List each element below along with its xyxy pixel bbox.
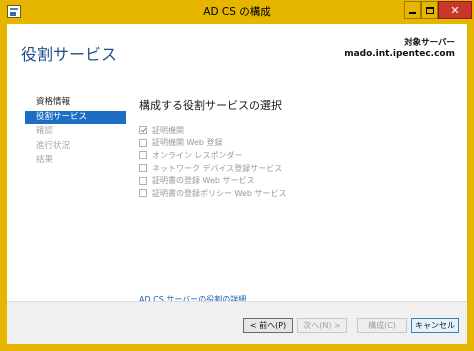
close-icon: ✕ [450,3,460,17]
checkbox[interactable] [139,151,147,160]
target-server-label: 対象サーバー [404,38,455,48]
nav-item-progress: 進行状況 [36,140,71,151]
content-area: 資格情報 役割サービス 確認 進行状況 結果 構成する役割サービスの選択 証明機… [7,76,467,304]
title-bar[interactable]: AD CS の構成 ✕ [0,0,474,24]
role-services-list: 証明機関 証明機関 Web 登録 オンライン レスポンダー ネットワーク デバイ… [139,124,287,200]
close-button[interactable]: ✕ [438,1,472,19]
role-label: 証明機関 Web 登録 [152,138,223,148]
role-item-certification-authority[interactable]: 証明機関 [139,124,287,136]
header: 役割サービス 対象サーバー mado.int.ipentec.com [7,24,467,76]
target-server-host: mado.int.ipentec.com [344,49,455,59]
dialog-window: AD CS の構成 ✕ 役割サービス 対象サーバー mado.int.ipent… [0,0,474,351]
role-label: 証明書の登録ポリシー Web サービス [152,188,287,198]
configure-button[interactable]: 構成(C) [357,318,407,333]
role-label: 証明機関 [152,125,184,135]
nav-item-confirmation: 確認 [36,126,54,136]
nav-item-results: 結果 [36,155,54,165]
role-item-enrollment-policy-web-service[interactable]: 証明書の登録ポリシー Web サービス [139,187,287,199]
role-item-enrollment-web-service[interactable]: 証明書の登録 Web サービス [139,175,287,187]
checkbox[interactable] [139,138,147,147]
next-button[interactable]: 次へ(N) > [297,318,347,333]
minimize-icon [409,12,416,14]
maximize-button[interactable] [421,1,438,19]
checkbox[interactable] [139,126,147,134]
previous-button[interactable]: < 前へ(P) [243,318,293,333]
maximize-icon [425,6,434,14]
button-bar: < 前へ(P) 次へ(N) > 構成(C) キャンセル [7,301,467,344]
role-item-online-responder[interactable]: オンライン レスポンダー [139,149,287,161]
checkbox[interactable] [139,189,147,198]
nav-item-credentials[interactable]: 資格情報 [25,96,126,109]
role-item-ndes[interactable]: ネットワーク デバイス登録サービス [139,162,287,174]
dialog-client: 役割サービス 対象サーバー mado.int.ipentec.com 資格情報 … [7,24,467,344]
cancel-button[interactable]: キャンセル [411,318,459,333]
role-label: 証明書の登録 Web サービス [152,176,255,186]
role-label: オンライン レスポンダー [152,150,243,160]
role-label: ネットワーク デバイス登録サービス [152,163,283,173]
window-title: AD CS の構成 [203,6,271,18]
minimize-button[interactable] [404,1,421,19]
page-title: 役割サービス [21,45,118,64]
wizard-nav: 資格情報 役割サービス 確認 進行状況 結果 [25,96,126,169]
nav-item-role-services[interactable]: 役割サービス [25,110,126,124]
checkbox[interactable] [139,164,147,173]
checkbox[interactable] [139,176,147,185]
role-item-ca-web-enrollment[interactable]: 証明機関 Web 登録 [139,137,287,149]
section-title: 構成する役割サービスの選択 [139,99,282,112]
